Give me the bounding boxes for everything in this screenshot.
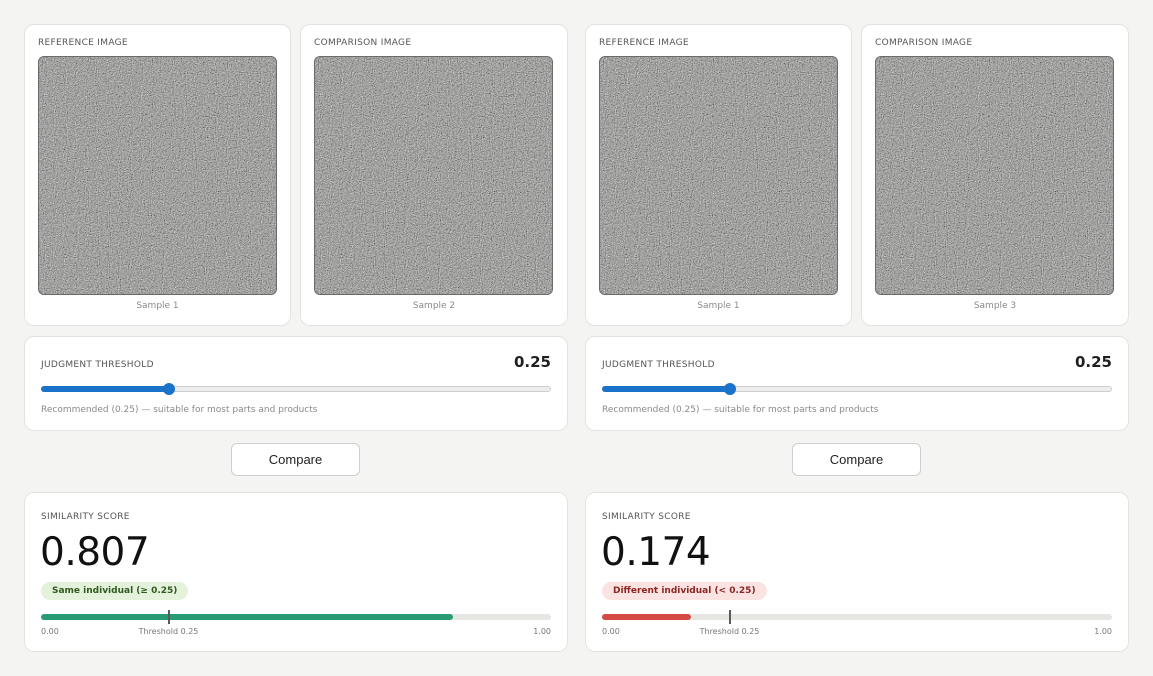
verdict-badge: Different individual (< 0.25) [602,582,767,600]
threshold-marker [728,610,731,624]
threshold-label: JUDGMENT THRESHOLD [41,360,154,370]
reference-image-card: REFERENCE IMAGE Sample 1 [585,24,852,326]
bar-min-label: 0.00 [602,627,620,636]
score-bar [602,610,1112,624]
score-bar [41,610,551,624]
score-bar-labels: 0.00 Threshold 0.25 1.00 [602,627,1112,637]
bar-min-label: 0.00 [41,627,59,636]
bar-max-label: 1.00 [533,627,551,636]
reference-image[interactable] [599,56,838,295]
score-bar-fill [41,614,453,620]
bar-threshold-label: Threshold 0.25 [138,627,199,636]
threshold-hint: Recommended (0.25) — suitable for most p… [602,405,879,415]
threshold-value: 0.25 [513,353,551,371]
similarity-score-card: SIMILARITY SCORE 0.174 Different individ… [585,492,1129,652]
slider-fill [602,386,730,392]
reference-image-card: REFERENCE IMAGE Sample 1 [24,24,291,326]
threshold-label: JUDGMENT THRESHOLD [602,360,715,370]
comparison-image-card: COMPARISON IMAGE Sample 3 [861,24,1129,326]
comparison-image-label: COMPARISON IMAGE [314,38,412,48]
slider-thumb[interactable] [723,383,736,395]
reference-image-label: REFERENCE IMAGE [38,38,128,48]
reference-image-caption: Sample 1 [697,301,740,311]
similarity-score-card: SIMILARITY SCORE 0.807 Same individual (… [24,492,568,652]
threshold-hint: Recommended (0.25) — suitable for most p… [41,405,318,415]
bar-threshold-label: Threshold 0.25 [699,627,760,636]
threshold-marker [167,610,170,624]
comparison-image[interactable] [875,56,1114,295]
threshold-slider[interactable] [41,382,551,396]
reference-image-caption: Sample 1 [136,301,179,311]
bar-max-label: 1.00 [1094,627,1112,636]
similarity-score-value: 0.807 [40,530,150,575]
comparison-image-caption: Sample 3 [973,301,1017,311]
comparison-image[interactable] [314,56,553,295]
score-bar-labels: 0.00 Threshold 0.25 1.00 [41,627,551,637]
score-bar-fill [602,614,691,620]
reference-image-label: REFERENCE IMAGE [599,38,689,48]
similarity-score-label: SIMILARITY SCORE [41,512,130,522]
comparison-image-caption: Sample 2 [412,301,456,311]
slider-fill [41,386,169,392]
reference-image[interactable] [38,56,277,295]
threshold-card: JUDGMENT THRESHOLD 0.25 Recommended (0.2… [585,336,1129,431]
threshold-value: 0.25 [1074,353,1112,371]
compare-button[interactable]: Compare [792,443,921,476]
compare-button[interactable]: Compare [231,443,360,476]
threshold-slider[interactable] [602,382,1112,396]
verdict-badge: Same individual (≥ 0.25) [41,582,189,600]
comparison-image-card: COMPARISON IMAGE Sample 2 [300,24,568,326]
similarity-score-label: SIMILARITY SCORE [602,512,691,522]
similarity-score-value: 0.174 [601,530,711,575]
comparison-image-label: COMPARISON IMAGE [875,38,973,48]
threshold-card: JUDGMENT THRESHOLD 0.25 Recommended (0.2… [24,336,568,431]
slider-thumb[interactable] [162,383,175,395]
